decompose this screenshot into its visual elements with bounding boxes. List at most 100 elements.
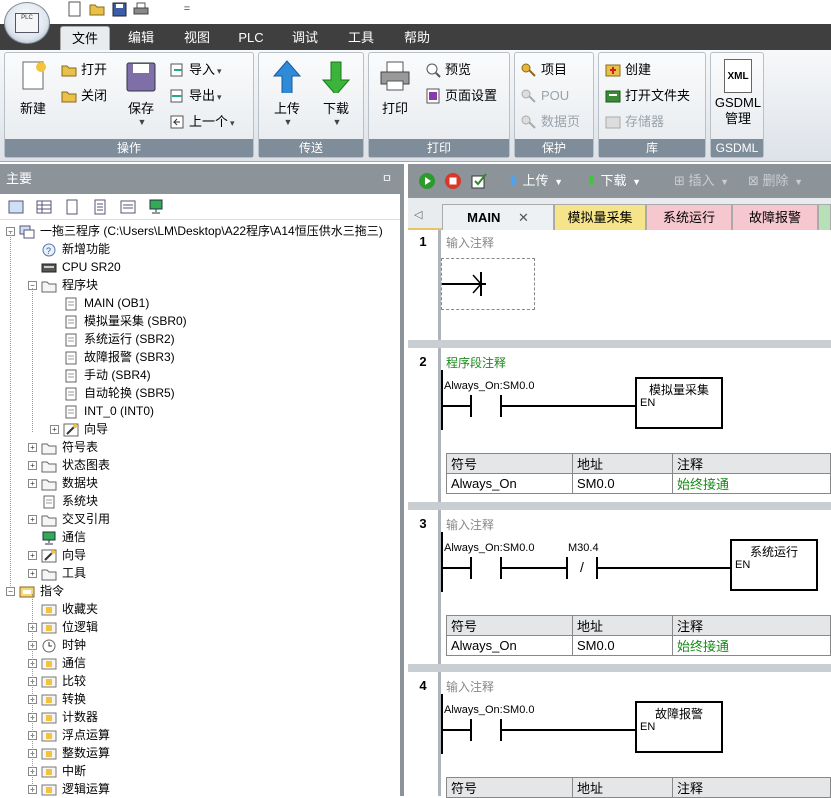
tree-item[interactable]: 故障报警 (SBR3) bbox=[50, 348, 175, 366]
tree-item[interactable]: 手动 (SBR4) bbox=[50, 366, 151, 384]
tree-item[interactable]: ? 新增功能 bbox=[28, 240, 110, 258]
tree-item[interactable]: + 浮点运算 bbox=[28, 726, 110, 744]
tree-item[interactable]: 模拟量采集 (SBR0) bbox=[50, 312, 187, 330]
app-menu-button[interactable]: PLC bbox=[4, 2, 50, 44]
open-folder-icon[interactable] bbox=[88, 0, 106, 18]
tab-edit[interactable]: 编辑 bbox=[118, 26, 164, 50]
protect-project-button[interactable]: 项目 bbox=[521, 59, 567, 81]
network-comment[interactable]: 输入注释 bbox=[446, 516, 494, 533]
expand-toggle-icon[interactable]: + bbox=[50, 425, 59, 435]
tab-view[interactable]: 视图 bbox=[174, 26, 220, 50]
tree-item[interactable]: + 通信 bbox=[28, 654, 86, 672]
view-icon[interactable] bbox=[8, 199, 24, 215]
list-icon[interactable] bbox=[92, 199, 108, 215]
expand-toggle-icon[interactable]: + bbox=[28, 515, 37, 525]
page-setup-button[interactable]: 页面设置 bbox=[425, 85, 497, 107]
tree-item[interactable]: 自动轮换 (SBR5) bbox=[50, 384, 175, 402]
tab-scroll-left-icon[interactable]: ◁ bbox=[414, 208, 422, 221]
tab-main[interactable]: MAIN ✕ bbox=[442, 204, 554, 230]
protect-pou-button[interactable]: POU bbox=[521, 85, 569, 107]
expand-toggle-icon[interactable]: + bbox=[28, 569, 37, 579]
tree-item[interactable]: + 计数器 bbox=[28, 708, 98, 726]
subroutine-box[interactable]: 故障报警 EN bbox=[635, 701, 723, 753]
monitor-icon[interactable] bbox=[148, 199, 164, 215]
document-icon[interactable] bbox=[64, 199, 80, 215]
tree-item[interactable]: − 指令 bbox=[6, 582, 64, 600]
expand-toggle-icon[interactable]: − bbox=[6, 587, 15, 597]
tree-item[interactable]: + 向导 bbox=[28, 546, 86, 564]
qat-customize-icon[interactable]: = bbox=[178, 0, 196, 18]
new-button[interactable]: 新建 bbox=[11, 59, 55, 117]
ladder-editor[interactable]: 1 输入注释 2 程序段注释 Always_On:SM0.0 模拟量采集 EN … bbox=[408, 230, 831, 798]
tab-analog-acquisition[interactable]: 模拟量采集 bbox=[554, 204, 646, 230]
tree-item[interactable]: CPU SR20 bbox=[28, 258, 121, 276]
tree-item[interactable]: − 程序块 bbox=[28, 276, 98, 294]
print-button[interactable]: 打印 bbox=[375, 59, 415, 117]
close-button[interactable]: 关闭 bbox=[61, 85, 107, 107]
tab-debug[interactable]: 调试 bbox=[282, 26, 328, 50]
upload-button[interactable]: 上传 ▼ bbox=[265, 59, 309, 127]
new-file-icon[interactable] bbox=[66, 0, 84, 18]
subroutine-box[interactable]: 系统运行 EN bbox=[730, 539, 818, 591]
network-empty-cell[interactable] bbox=[441, 258, 535, 310]
tree-item[interactable]: + 转换 bbox=[28, 690, 86, 708]
tree-item[interactable]: + 交叉引用 bbox=[28, 510, 110, 528]
tree-item[interactable]: INT_0 (INT0) bbox=[50, 402, 154, 420]
download-dropdown-icon[interactable]: ▼ bbox=[315, 117, 359, 127]
network-comment[interactable]: 程序段注释 bbox=[446, 354, 506, 371]
compile-icon[interactable] bbox=[470, 172, 490, 190]
export-button[interactable]: 导出 ▾ bbox=[169, 85, 222, 107]
open-button[interactable]: 打开 bbox=[61, 59, 107, 81]
tree-item[interactable]: + 数据块 bbox=[28, 474, 98, 492]
protect-datapage-button[interactable]: 数据页 bbox=[521, 111, 580, 133]
gsdml-manage-button[interactable]: XML GSDML 管理 bbox=[713, 59, 763, 127]
pin-icon[interactable]: ㅁ bbox=[382, 164, 392, 194]
expand-toggle-icon[interactable]: + bbox=[28, 461, 37, 471]
tree-item[interactable]: 收藏夹 bbox=[28, 600, 98, 618]
tab-help[interactable]: 帮助 bbox=[394, 26, 440, 50]
editor-upload-button[interactable]: ⬆ 上传 ▼ bbox=[508, 171, 563, 191]
print-icon[interactable] bbox=[132, 0, 150, 18]
tab-tools[interactable]: 工具 bbox=[338, 26, 384, 50]
tree-item[interactable]: + 比较 bbox=[28, 672, 86, 690]
upload-dropdown-icon[interactable]: ▼ bbox=[267, 117, 309, 127]
tree-item[interactable]: + 逻辑运算 bbox=[28, 780, 110, 798]
expand-toggle-icon[interactable]: + bbox=[28, 551, 37, 561]
tab-plc[interactable]: PLC bbox=[230, 26, 272, 50]
tree-item[interactable]: + 向导 bbox=[50, 420, 108, 438]
tree-item[interactable]: MAIN (OB1) bbox=[50, 294, 149, 312]
memory-button[interactable]: 存储器 bbox=[605, 111, 664, 133]
tab-file[interactable]: 文件 bbox=[60, 26, 110, 50]
tree-item[interactable]: + 中断 bbox=[28, 762, 86, 780]
tab-fault-alarm[interactable]: 故障报警 bbox=[732, 204, 818, 230]
tree-item[interactable]: + 时钟 bbox=[28, 636, 86, 654]
tree-item[interactable]: + 工具 bbox=[28, 564, 86, 582]
tree-item[interactable]: + 符号表 bbox=[28, 438, 98, 456]
editor-download-button[interactable]: ⬇ 下载 ▼ bbox=[586, 171, 641, 191]
insert-button[interactable]: ⊞ 插入 ▼ bbox=[674, 171, 729, 191]
tab-more[interactable] bbox=[818, 204, 831, 230]
network-comment[interactable]: 输入注释 bbox=[446, 234, 494, 251]
tree-item[interactable]: 通信 bbox=[28, 528, 86, 546]
previous-button[interactable]: 上一个 ▾ bbox=[169, 111, 235, 133]
expand-toggle-icon[interactable]: + bbox=[28, 479, 37, 489]
tree-item[interactable]: + 整数运算 bbox=[28, 744, 110, 762]
import-button[interactable]: 导入 ▾ bbox=[169, 59, 222, 81]
save-icon[interactable] bbox=[110, 0, 128, 18]
tab-system-run[interactable]: 系统运行 bbox=[646, 204, 732, 230]
create-library-button[interactable]: 创建 bbox=[605, 59, 651, 81]
delete-button[interactable]: ⊠ 删除 ▼ bbox=[748, 171, 803, 191]
save-dropdown-icon[interactable]: ▼ bbox=[123, 117, 161, 127]
open-library-folder-button[interactable]: 打开文件夹 bbox=[605, 85, 690, 107]
tree-item[interactable]: 系统运行 (SBR2) bbox=[50, 330, 175, 348]
table-icon[interactable] bbox=[36, 199, 52, 215]
preview-button[interactable]: 预览 bbox=[425, 59, 471, 81]
subroutine-box[interactable]: 模拟量采集 EN bbox=[635, 377, 723, 429]
tree-item[interactable]: 系统块 bbox=[28, 492, 98, 510]
tree-item[interactable]: + 位逻辑 bbox=[28, 618, 98, 636]
stop-icon[interactable] bbox=[444, 172, 462, 190]
network-comment[interactable]: 输入注释 bbox=[446, 678, 494, 695]
download-button[interactable]: 下载 ▼ bbox=[313, 59, 359, 127]
close-tab-icon[interactable]: ✕ bbox=[518, 210, 529, 225]
save-button[interactable]: 保存 ▼ bbox=[121, 59, 161, 127]
